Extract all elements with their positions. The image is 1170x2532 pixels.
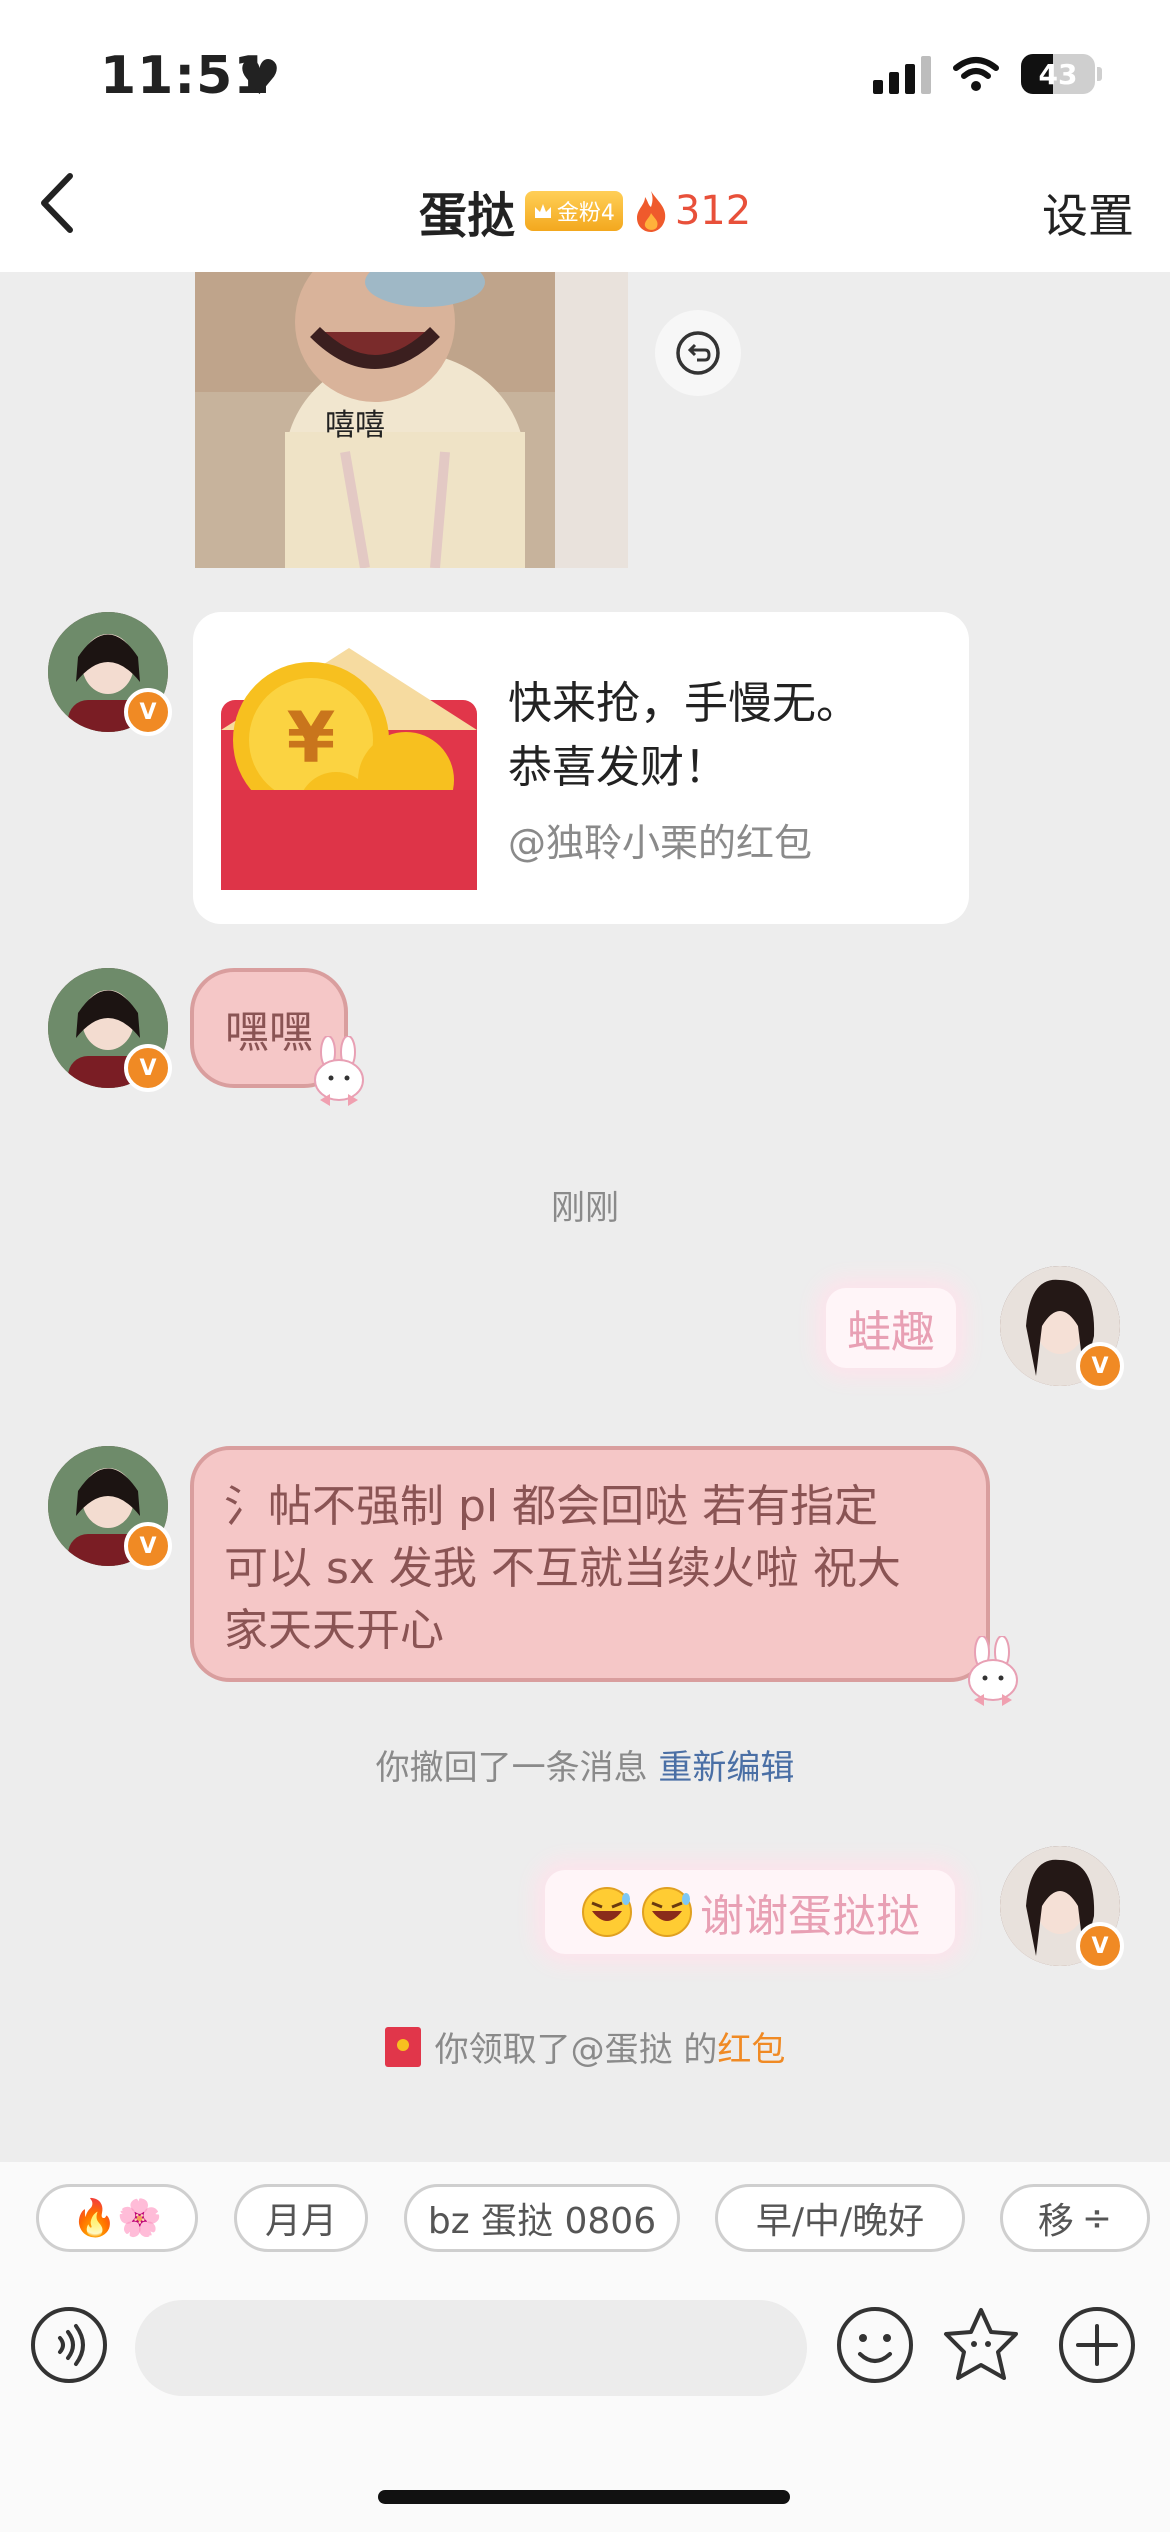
chat-title: 蛋挞	[418, 188, 515, 244]
fire-streak: 312	[633, 188, 751, 234]
red-packet-message[interactable]: ¥ 快来抢，手慢无。 恭喜发财！ @独聆小栗的红包	[193, 612, 969, 924]
red-packet-title: 快来抢，手慢无。 恭喜发财！	[508, 672, 860, 800]
bunny-icon	[968, 1636, 1018, 1706]
heart-icon: ♥	[238, 50, 282, 106]
image-caption: 嘻嘻	[325, 408, 385, 443]
plus-icon[interactable]	[1054, 2302, 1140, 2388]
chip-label: bz 蛋挞 0806	[427, 2201, 657, 2242]
red-packet-line1: 快来抢，手慢无。	[508, 678, 860, 729]
message-bubble-self[interactable]: 蛙趣	[826, 1288, 956, 1368]
fan-badge-label: 金粉4	[556, 201, 615, 226]
quick-reply-chip[interactable]: 早/中/晚好	[715, 2184, 965, 2252]
red-packet-line2: 恭喜发财！	[508, 742, 728, 793]
revoke-icon	[676, 331, 720, 375]
flower-icon[interactable]	[938, 2302, 1024, 2388]
home-indicator	[378, 2490, 790, 2504]
voice-icon[interactable]	[26, 2302, 112, 2388]
image-message[interactable]: 嘻嘻	[195, 272, 628, 568]
status-icons: 43	[873, 54, 1102, 94]
received-text: 你领取了@蛋挞 的	[434, 2030, 718, 2070]
hongbao-icon: ¥	[221, 648, 477, 890]
quick-reply-chip[interactable]: 月月	[234, 2184, 368, 2252]
verified-icon: V	[1076, 1922, 1124, 1970]
chat-header: 蛋挞 金粉4 312	[0, 176, 1170, 246]
signal-icon	[873, 54, 931, 94]
message-text: 谢谢蛋挞挞	[700, 1891, 920, 1942]
re-edit-link[interactable]: 重新编辑	[658, 1748, 794, 1788]
recall-notice: 你撤回了一条消息 重新编辑	[0, 1740, 1170, 1789]
recall-text: 你撤回了一条消息	[375, 1748, 648, 1788]
hongbao-small-icon	[384, 2026, 421, 2067]
message-input[interactable]	[135, 2300, 807, 2396]
bunny-icon	[314, 1036, 364, 1106]
message-text-line: 家天天开心	[224, 1605, 444, 1656]
divide-icon: ÷	[1081, 2197, 1113, 2239]
message-text: 嘿嘿	[225, 1007, 313, 1058]
verified-icon: V	[124, 1522, 172, 1570]
fan-badge: 金粉4	[524, 191, 623, 231]
quick-reply-chip[interactable]: bz 蛋挞 0806	[404, 2184, 680, 2252]
red-packet-link[interactable]: 红包	[717, 2030, 785, 2070]
verified-icon: V	[124, 1044, 172, 1092]
timestamp: 刚刚	[551, 1188, 619, 1228]
fire-icon	[636, 191, 666, 232]
battery-icon: 43	[1021, 54, 1102, 94]
message-text-line: 氵帖不强制 pl 都会回哒 若有指定	[224, 1481, 879, 1532]
svg-text:¥: ¥	[287, 697, 336, 779]
verified-icon: V	[124, 688, 172, 736]
laugh-sweat-emoji-icon	[582, 1887, 632, 1937]
fire-count: 312	[674, 188, 752, 234]
wifi-icon	[953, 57, 999, 91]
message-text-line: 可以 sx 发我 不互就当续火啦 祝大	[224, 1543, 901, 1594]
message-bubble[interactable]: 氵帖不强制 pl 都会回哒 若有指定 可以 sx 发我 不互就当续火啦 祝大 家…	[190, 1446, 990, 1682]
message-text: 蛙趣	[847, 1307, 935, 1358]
laugh-sweat-emoji-icon	[642, 1887, 692, 1937]
quick-reply-chip[interactable]: 移 ÷	[1000, 2184, 1150, 2252]
message-bubble-self[interactable]: 谢谢蛋挞挞	[545, 1870, 955, 1954]
chip-label: 月月	[264, 2201, 337, 2242]
verified-icon: V	[1076, 1342, 1124, 1390]
chip-label: 🔥🌸	[72, 2198, 162, 2239]
red-packet-sender: @独聆小栗的红包	[508, 821, 813, 865]
emoji-icon[interactable]	[832, 2302, 918, 2388]
received-red-packet-notice: 你领取了@蛋挞 的红包	[0, 2022, 1170, 2071]
chip-label: 早/中/晚好	[755, 2201, 925, 2242]
crown-icon	[534, 204, 551, 218]
revoke-button[interactable]	[655, 310, 741, 396]
chip-label: 移	[1037, 2201, 1074, 2242]
settings-button[interactable]: 设置	[1042, 180, 1134, 246]
quick-reply-chip[interactable]: 🔥🌸	[36, 2184, 198, 2252]
